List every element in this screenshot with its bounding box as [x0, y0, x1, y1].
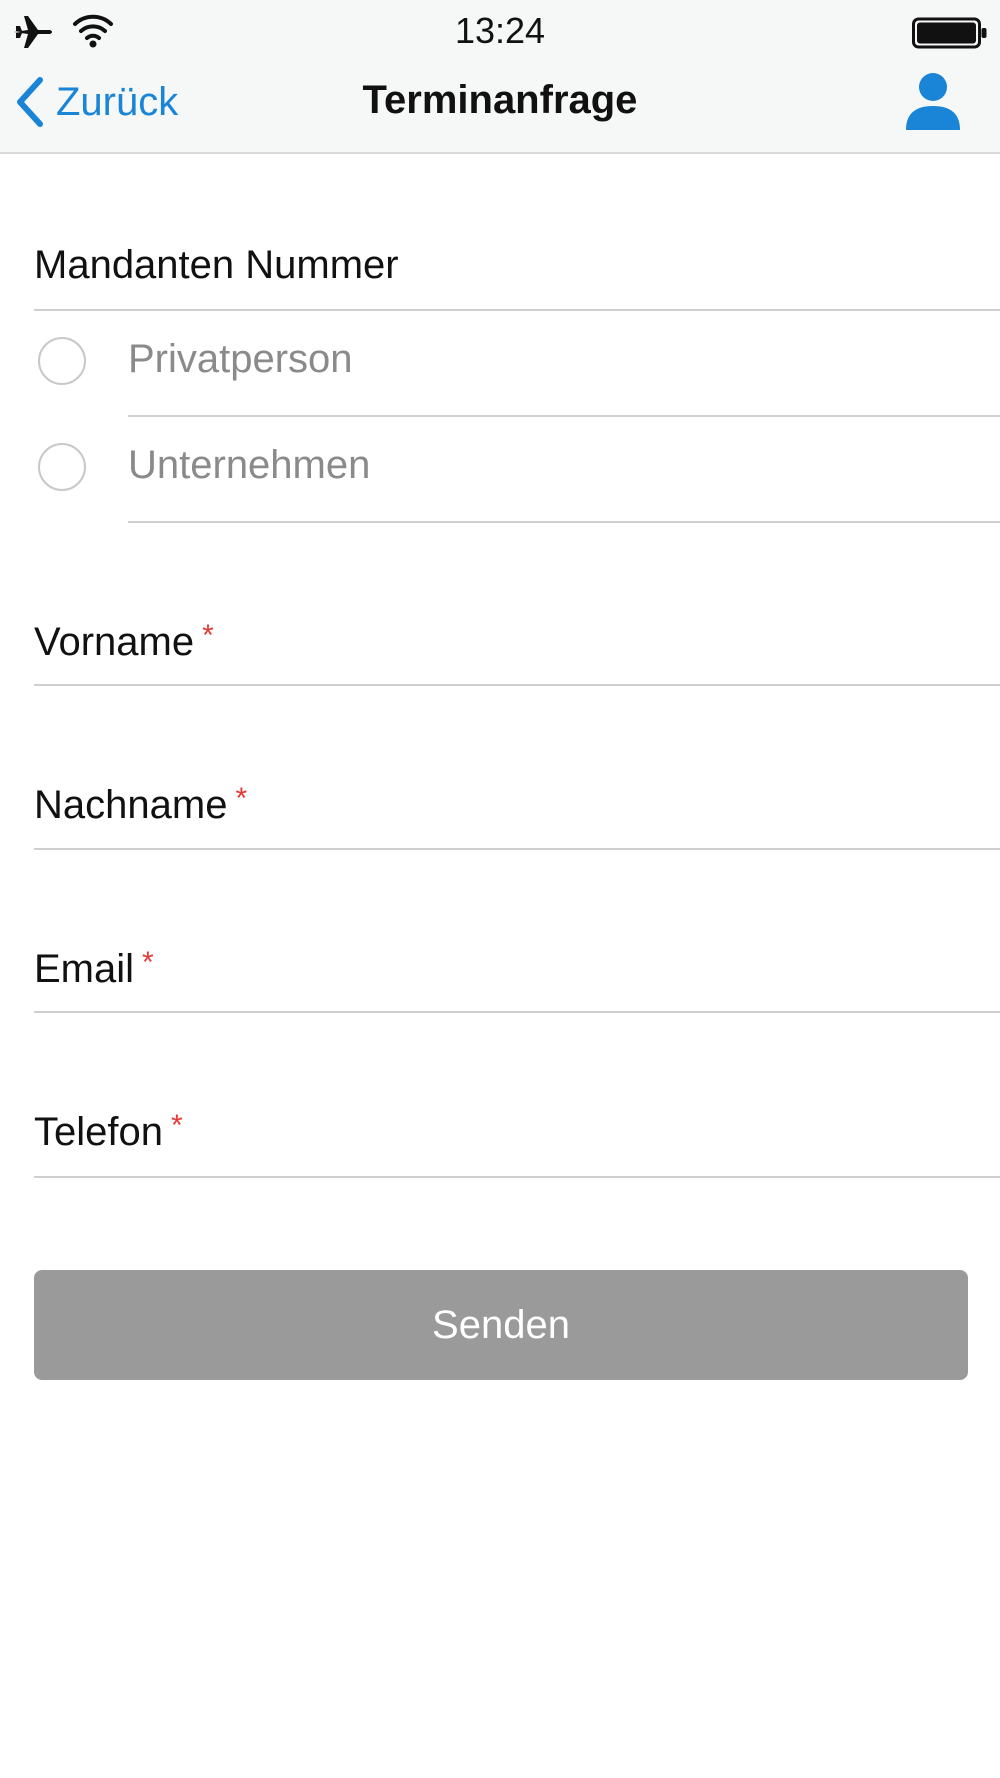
- divider: [34, 848, 1000, 850]
- divider: [128, 521, 1000, 523]
- required-asterisk: *: [202, 619, 214, 652]
- last-name-label: Nachname *: [34, 782, 248, 828]
- email-field[interactable]: [34, 920, 1000, 1020]
- radio-label: Unternehmen: [128, 443, 371, 487]
- header: 13:24 Zurück Terminanfrage: [0, 0, 1000, 154]
- email-label: Email *: [34, 946, 154, 992]
- required-asterisk: *: [170, 1109, 183, 1142]
- page-title: Terminanfrage: [362, 78, 638, 122]
- field-label-text: Telefon: [34, 1110, 163, 1154]
- radio-button[interactable]: [38, 443, 86, 491]
- person-icon[interactable]: [902, 70, 964, 134]
- radio-option-unternehmen[interactable]: Unternehmen: [0, 417, 1000, 521]
- battery-icon: [912, 17, 987, 49]
- send-button[interactable]: Senden: [34, 1270, 968, 1380]
- field-label-text: Email: [34, 947, 135, 991]
- client-number-label: Mandanten Nummer: [34, 243, 399, 287]
- status-time: 13:24: [454, 10, 546, 51]
- radio-option-privatperson[interactable]: Privatperson: [0, 311, 1000, 415]
- field-label-text: Nachname: [34, 783, 228, 827]
- first-name-label: Vorname *: [34, 619, 214, 665]
- divider: [34, 1011, 1000, 1013]
- phone-label: Telefon *: [34, 1109, 183, 1155]
- required-asterisk: *: [235, 782, 248, 815]
- radio-button[interactable]: [38, 337, 86, 385]
- radio-label: Privatperson: [128, 337, 353, 381]
- field-label-text: Vorname: [34, 620, 195, 664]
- status-bar: 13:24: [0, 0, 1000, 62]
- required-asterisk: *: [142, 946, 154, 979]
- divider: [34, 1176, 1000, 1178]
- divider: [34, 684, 1000, 686]
- navigation-bar: Zurück Terminanfrage: [0, 62, 1000, 152]
